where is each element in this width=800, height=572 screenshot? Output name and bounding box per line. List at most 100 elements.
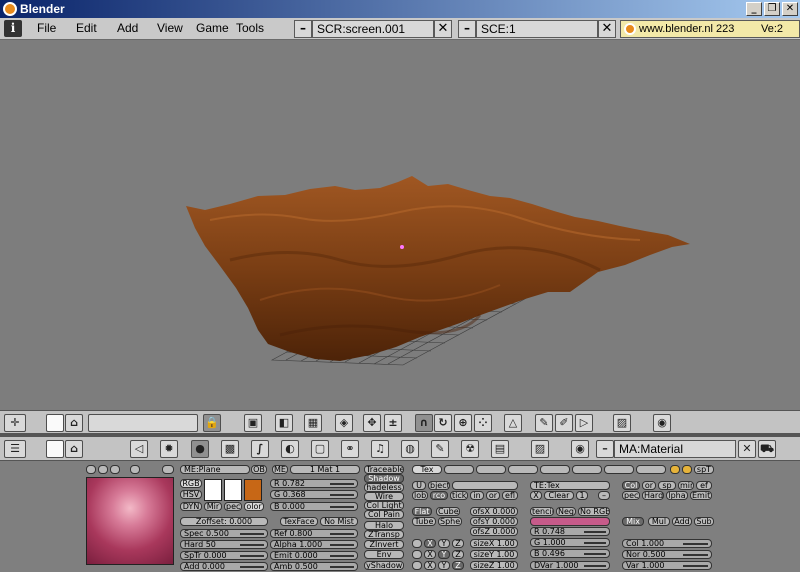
zoffset-field[interactable]: Zoffset: 0.000 xyxy=(180,517,268,526)
paint-icon[interactable]: ✎ xyxy=(535,414,553,432)
g-slider[interactable]: G 0.368 xyxy=(270,490,358,499)
onlyshadow-button[interactable]: yShadow xyxy=(364,561,404,570)
close-window-button[interactable]: ✕ xyxy=(782,2,798,16)
wire-button[interactable]: Wire xyxy=(364,492,404,501)
texture-buttons-icon[interactable]: ▩ xyxy=(221,440,239,458)
radiosity-buttons-icon[interactable]: ☢ xyxy=(461,440,479,458)
spt-button[interactable]: spT xyxy=(694,465,714,474)
ob-link-button[interactable]: OB xyxy=(251,465,267,474)
hsv-button[interactable]: HSV xyxy=(180,490,202,499)
mul-button[interactable]: Mul xyxy=(648,517,670,526)
traceable-button[interactable]: Traceable xyxy=(364,465,404,474)
texture-x-button[interactable]: X xyxy=(530,491,542,500)
menu-tools[interactable]: Tools xyxy=(236,21,264,35)
uv-button[interactable]: U xyxy=(412,481,426,490)
animation-buttons-icon[interactable]: ∫ xyxy=(251,440,269,458)
script-buttons-icon[interactable]: ▤ xyxy=(491,440,509,458)
render-buttons-icon[interactable]: ▨ xyxy=(531,440,549,458)
emit-slider[interactable]: Emit 0.000 xyxy=(270,551,358,560)
clear-button[interactable]: Clear xyxy=(544,491,574,500)
shadow-button[interactable]: Shadow xyxy=(364,474,404,483)
stick-button[interactable]: tick xyxy=(450,491,468,500)
view-mode-icon[interactable]: ◧ xyxy=(275,414,293,432)
material-name-field[interactable]: MA:Material xyxy=(614,440,736,458)
pivot-icon[interactable]: ⊕ xyxy=(454,414,472,432)
minimize-button[interactable]: _ xyxy=(746,2,762,16)
menu-file[interactable]: File xyxy=(37,21,56,35)
proj-z-z-button[interactable]: Z xyxy=(452,561,464,570)
hard-slider[interactable]: Hard 50 xyxy=(180,540,268,549)
world-globe-icon[interactable]: ◍ xyxy=(401,440,419,458)
proportional-icon[interactable]: △ xyxy=(504,414,522,432)
edit-icon[interactable]: ✐ xyxy=(555,414,573,432)
material-buttons-icon[interactable]: ● xyxy=(191,440,209,458)
preview-cube-icon[interactable] xyxy=(110,465,120,474)
ofsx-field[interactable]: ofsX 0.000 xyxy=(470,507,518,516)
tex-paste-icon[interactable] xyxy=(682,465,692,474)
r-slider[interactable]: R 0.782 xyxy=(270,479,358,488)
buttons-window-type-icon[interactable]: ☰ xyxy=(4,440,26,458)
mapto-ref-button[interactable]: ef xyxy=(696,481,712,490)
scene-name-field[interactable]: SCE:1 xyxy=(476,20,598,38)
ztransp-button[interactable]: ZTransp xyxy=(364,530,404,539)
snap-icon[interactable]: ⁘ xyxy=(474,414,492,432)
full-window-button[interactable] xyxy=(46,414,64,432)
tube-button[interactable]: Tube xyxy=(412,517,436,526)
preview-sphere-icon[interactable] xyxy=(98,465,108,474)
add-slider[interactable]: Add 0.000 xyxy=(180,562,268,571)
refl-button[interactable]: efl xyxy=(502,491,518,500)
mapto-spec-button[interactable]: pec xyxy=(622,491,640,500)
mapto-alpha-button[interactable]: lpha xyxy=(666,491,688,500)
preview-light-icon[interactable] xyxy=(130,465,140,474)
screen-browse-button[interactable]: – xyxy=(294,20,312,38)
tex-copy-icon[interactable] xyxy=(670,465,680,474)
scene-browse-button[interactable]: – xyxy=(458,20,476,38)
window-type-icon[interactable]: ✛ xyxy=(4,414,26,432)
material-delete-button[interactable]: ✕ xyxy=(738,440,756,458)
menu-add[interactable]: Add xyxy=(117,21,138,35)
sphe-button[interactable]: Sphe xyxy=(438,517,462,526)
lock-icon[interactable]: 🔒 xyxy=(203,414,221,432)
preview-plane-icon[interactable] xyxy=(86,465,96,474)
world-buttons-icon[interactable]: ◐ xyxy=(281,440,299,458)
image-icon[interactable]: ▨ xyxy=(613,414,631,432)
proj-z-none-button[interactable] xyxy=(412,561,422,570)
object-name-field[interactable] xyxy=(452,481,518,490)
screen-delete-button[interactable]: ✕ xyxy=(434,20,452,38)
dvar-slider[interactable]: DVar 1.000 xyxy=(530,561,610,570)
proj-x-x-button[interactable]: X xyxy=(424,539,436,548)
material-browse-button[interactable]: – xyxy=(596,440,614,458)
tex-g-slider[interactable]: G 1.000 xyxy=(530,538,610,547)
sptr-slider[interactable]: SpTr 0.000 xyxy=(180,551,268,560)
move-icon[interactable]: ✥ xyxy=(363,414,381,432)
diffuse-swatch[interactable] xyxy=(204,479,222,501)
terrain-mesh[interactable] xyxy=(186,176,690,361)
texture-name-field[interactable]: TE:Tex xyxy=(530,481,610,490)
dyn-button[interactable]: DYN xyxy=(180,502,202,511)
spec-button[interactable]: pec xyxy=(224,502,242,511)
texture-color-swatch[interactable] xyxy=(530,517,610,526)
tex-channel-3[interactable] xyxy=(476,465,506,474)
mapto-col-button[interactable]: Col xyxy=(622,481,640,490)
constraint-buttons-icon[interactable]: ⚭ xyxy=(341,440,359,458)
full-window-button[interactable] xyxy=(46,440,64,458)
halo-button[interactable]: Halo xyxy=(364,521,404,530)
col-light-button[interactable]: Col Light xyxy=(364,501,404,510)
menu-edit[interactable]: Edit xyxy=(76,21,97,35)
sizex-field[interactable]: sizeX 1.00 xyxy=(470,539,518,548)
proj-x-y-button[interactable]: Y xyxy=(438,539,450,548)
mir-swatch[interactable] xyxy=(244,479,262,501)
neg-button[interactable]: Neg xyxy=(556,507,576,516)
shading-icon[interactable]: ◈ xyxy=(335,414,353,432)
sub-button[interactable]: Sub xyxy=(694,517,714,526)
mix-button[interactable]: Mix xyxy=(622,517,644,526)
nor-button[interactable]: or xyxy=(486,491,500,500)
sizez-field[interactable]: sizeZ 1.00 xyxy=(470,561,518,570)
alpha-slider[interactable]: Alpha 1.000 xyxy=(270,540,358,549)
proj-x-none-button[interactable] xyxy=(412,539,422,548)
render-icon[interactable]: ◉ xyxy=(653,414,671,432)
nor-factor-slider[interactable]: Nor 0.500 xyxy=(622,550,712,559)
b-slider[interactable]: B 0.000 xyxy=(270,502,358,511)
tex-channel-6[interactable] xyxy=(572,465,602,474)
paint-buttons-icon[interactable]: ✎ xyxy=(431,440,449,458)
